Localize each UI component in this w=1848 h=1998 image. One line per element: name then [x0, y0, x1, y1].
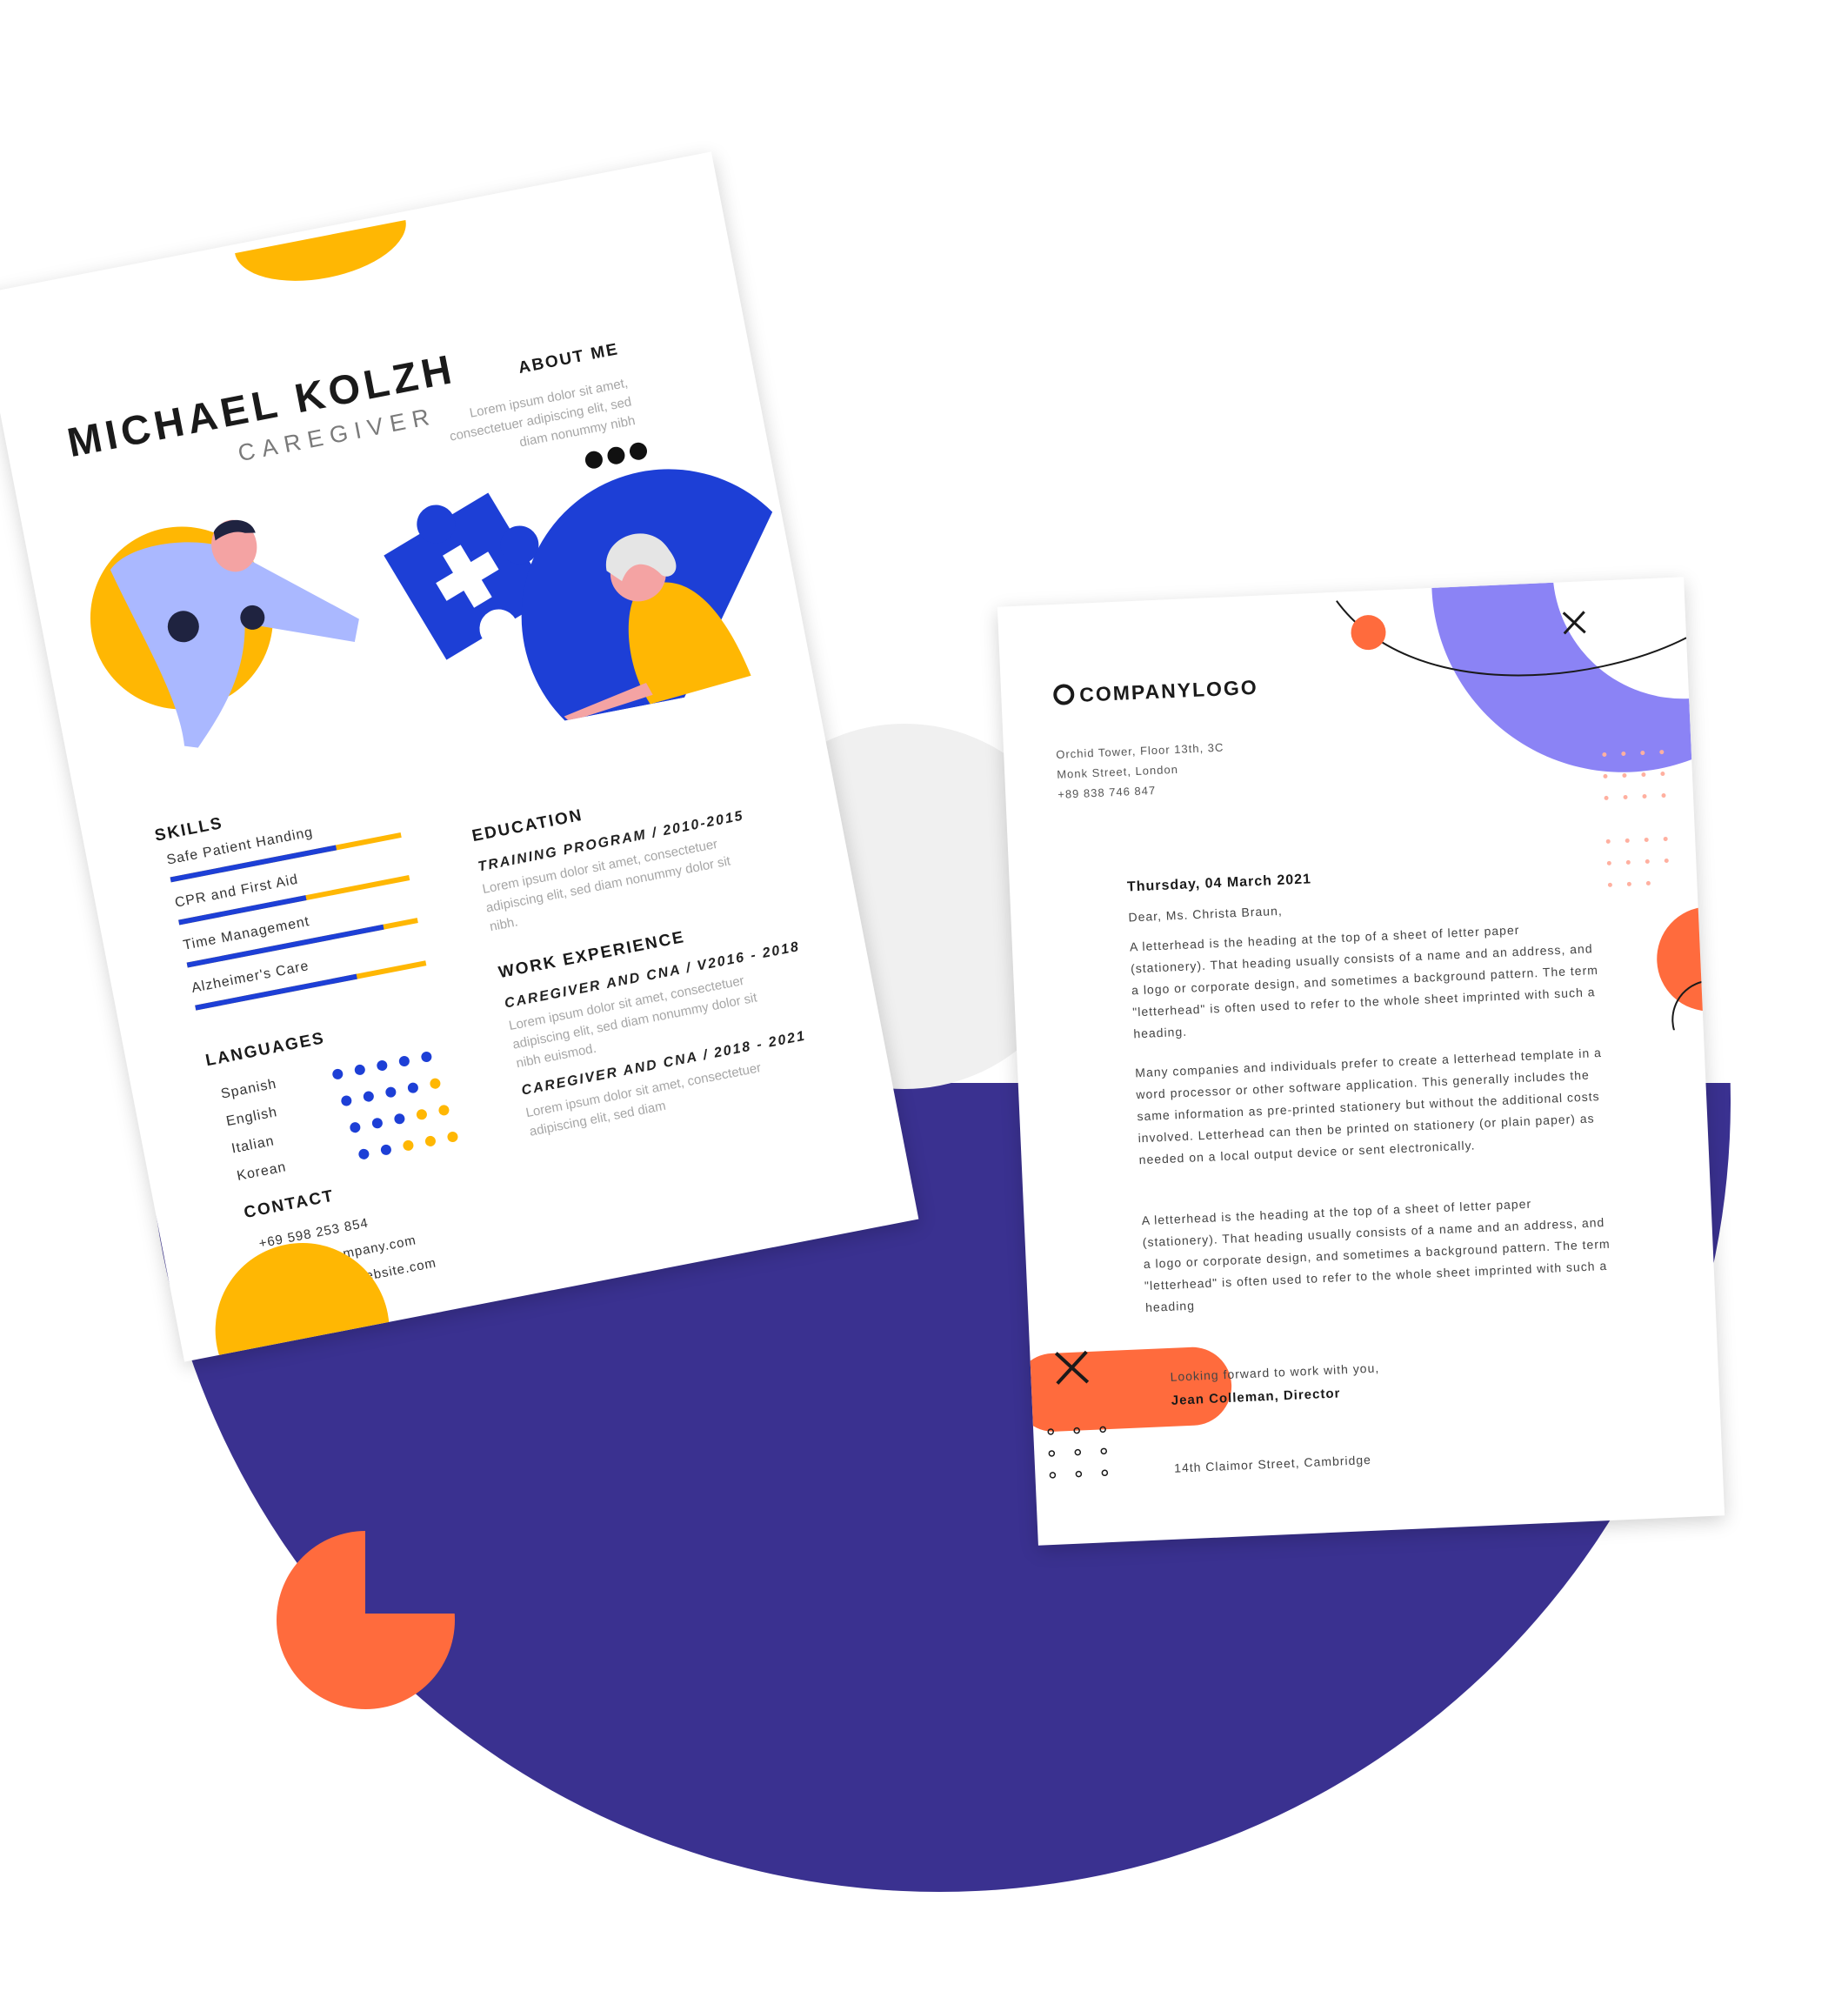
language-level-dot — [420, 1051, 433, 1064]
letter-paragraph: A letterhead is the heading at the top o… — [1129, 922, 1599, 1041]
language-level-dots — [330, 1037, 489, 1174]
language-level-dot — [429, 1077, 442, 1090]
education-heading: EDUCATION — [470, 805, 585, 846]
language-level-dot — [379, 1143, 392, 1156]
language-level-dot — [340, 1094, 353, 1107]
contact-heading: CONTACT — [242, 1186, 337, 1223]
logo-circle-icon — [1052, 683, 1075, 706]
letterhead-page: COMPANYLOGO Orchid Tower, Floor 13th, 3C… — [997, 577, 1725, 1546]
language-level-dot — [393, 1113, 406, 1126]
languages-heading: LANGUAGES — [203, 1029, 327, 1071]
language-level-dot — [397, 1054, 410, 1068]
skills-heading: SKILLS — [153, 813, 225, 845]
language-label: Italian — [230, 1133, 276, 1157]
letter-footer: 14th Claimor Street, Cambridge — [1173, 1452, 1372, 1475]
language-level-dot — [349, 1121, 362, 1134]
close-icon — [1047, 1350, 1109, 1479]
language-level-dot — [376, 1059, 389, 1072]
orange-circle-notch — [365, 1531, 461, 1614]
language-level-dot — [357, 1147, 370, 1160]
language-level-dot — [362, 1090, 375, 1103]
language-level-dot — [415, 1108, 428, 1121]
language-level-dot — [370, 1117, 384, 1130]
language-level-dot — [331, 1067, 344, 1080]
language-level-dot — [353, 1063, 366, 1076]
language-label: English — [224, 1105, 279, 1130]
language-level-dot — [384, 1086, 397, 1099]
language-level-dot — [406, 1081, 419, 1094]
language-level-dot — [424, 1134, 437, 1147]
canvas: MICHAEL KOLZH CAREGIVER ABOUT ME Lorem i… — [0, 0, 1848, 1998]
letter-paragraph: Many companies and individuals prefer to… — [1134, 1045, 1603, 1167]
letter-paragraph: A letterhead is the heading at the top o… — [1141, 1196, 1611, 1315]
language-label: Korean — [236, 1159, 288, 1184]
language-label: Spanish — [219, 1076, 278, 1102]
language-level-dot — [402, 1139, 415, 1152]
language-level-dot — [446, 1130, 459, 1144]
language-level-dot — [437, 1104, 450, 1117]
about-heading: ABOUT ME — [517, 340, 621, 378]
